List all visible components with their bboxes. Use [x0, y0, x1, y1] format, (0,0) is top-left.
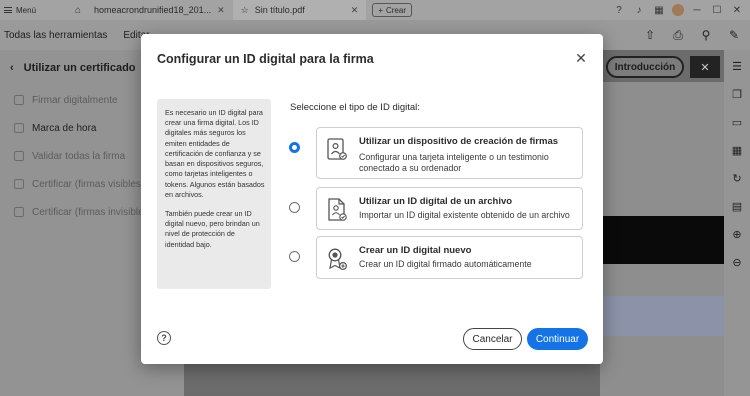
panel-item-label: Firmar digitalmente: [32, 94, 118, 106]
hamburger-icon: [4, 7, 12, 13]
help-icon[interactable]: ?: [612, 2, 626, 18]
new-tab-label: Crear: [385, 5, 406, 15]
continue-button[interactable]: Continuar: [527, 328, 588, 350]
info-panel: Es necesario un ID digital para crear un…: [157, 99, 271, 289]
refresh-icon[interactable]: ↻: [727, 166, 747, 190]
radio-device[interactable]: [289, 142, 300, 153]
document-block: [600, 216, 724, 264]
dialog-title: Configurar un ID digital para la firma: [157, 52, 374, 66]
close-icon[interactable]: ✕: [573, 50, 589, 66]
select-type-label: Seleccione el tipo de ID digital:: [290, 102, 420, 113]
panel-item-label: Certificar (firmas invisibles): [32, 206, 153, 218]
zoom-out-icon[interactable]: ⊖: [727, 250, 747, 274]
check-icon: [14, 151, 24, 161]
bell-icon[interactable]: ♪: [632, 2, 646, 18]
minimize-icon[interactable]: ─: [690, 2, 704, 18]
close-tab-icon[interactable]: ✕: [351, 5, 359, 16]
option-title: Utilizar un dispositivo de creación de f…: [359, 136, 559, 147]
maximize-icon[interactable]: ☐: [710, 2, 724, 18]
right-rail: ☰ ❐ ▭ ▦ ↻ ▤ ⊕ ⊖: [724, 50, 750, 396]
zoom-in-icon[interactable]: ⊕: [727, 222, 747, 246]
document-highlight: [600, 296, 724, 336]
option-description: Crear un ID digital firmado automáticame…: [359, 259, 532, 269]
option-description: Importar un ID digital existente obtenid…: [359, 210, 570, 220]
option-device[interactable]: Utilizar un dispositivo de creación de f…: [289, 127, 583, 179]
clock-icon: [14, 123, 24, 133]
title-bar: Menú ⌂ homeacrondrunified18_201... ✕ ☆ S…: [0, 0, 750, 20]
intro-button[interactable]: Introducción: [606, 56, 684, 78]
menu-label: Menú: [16, 5, 37, 15]
comment-icon[interactable]: ☰: [727, 54, 747, 78]
tab-sin-titulo[interactable]: ☆ Sin título.pdf ✕: [232, 0, 367, 20]
tab-label: homeacrondrunified18_201...: [94, 5, 212, 15]
close-tab-icon[interactable]: ✕: [217, 5, 225, 16]
help-icon[interactable]: ?: [157, 331, 171, 345]
panel-item-label: Certificar (firmas visibles): [32, 178, 145, 190]
avatar[interactable]: [672, 4, 684, 16]
close-panel-icon[interactable]: ✕: [690, 56, 720, 78]
digital-id-dialog: Configurar un ID digital para la firma ✕…: [141, 34, 603, 364]
new-id-icon: [328, 248, 348, 271]
info-text: También puede crear un ID digital nuevo,…: [165, 208, 260, 249]
certificate-icon: [14, 179, 24, 189]
menu-button[interactable]: Menú: [0, 6, 70, 15]
option-card-device[interactable]: Utilizar un dispositivo de creación de f…: [316, 127, 583, 179]
info-text: Es necesario un ID digital para crear un…: [165, 108, 265, 199]
link-icon[interactable]: ⚲: [696, 25, 716, 45]
file-id-icon: [328, 198, 347, 221]
home-icon[interactable]: ⌂: [70, 2, 86, 18]
option-card-file[interactable]: Utilizar un ID digital de un archivo Imp…: [316, 187, 583, 230]
copy-icon[interactable]: ❐: [727, 82, 747, 106]
new-tab-button[interactable]: + Crear: [372, 3, 412, 17]
option-description: Configurar una tarjeta inteligente o un …: [359, 152, 549, 174]
panel-item-label: Marca de hora: [32, 122, 97, 134]
tab-label: Sin título.pdf: [254, 5, 305, 15]
page-icon[interactable]: ▭: [727, 110, 747, 134]
plus-icon: +: [378, 5, 383, 15]
close-window-icon[interactable]: ✕: [730, 2, 744, 18]
sign-icon: [14, 95, 24, 105]
radio-file[interactable]: [289, 202, 300, 213]
signing-device-icon: [327, 138, 347, 160]
cancel-button[interactable]: Cancelar: [463, 328, 522, 350]
print-icon[interactable]: ⎙: [668, 25, 688, 45]
certificate-icon: [14, 207, 24, 217]
sign-icon[interactable]: ✎: [724, 25, 744, 45]
document-icon[interactable]: ▤: [727, 194, 747, 218]
option-card-new[interactable]: Crear un ID digital nuevo Crear un ID di…: [316, 236, 583, 279]
back-icon[interactable]: ‹: [10, 62, 14, 74]
tab-homeacrond[interactable]: homeacrondrunified18_201... ✕: [86, 0, 233, 20]
option-new[interactable]: Crear un ID digital nuevo Crear un ID di…: [289, 236, 583, 279]
star-icon[interactable]: ☆: [241, 5, 249, 16]
left-panel-title: Utilizar un certificado: [23, 62, 136, 74]
panel-item-label: Validar todas la firma: [32, 150, 126, 162]
option-file[interactable]: Utilizar un ID digital de un archivo Imp…: [289, 187, 583, 230]
all-tools-menu[interactable]: Todas las herramientas: [0, 30, 115, 41]
grid-icon[interactable]: ▦: [727, 138, 747, 162]
option-title: Crear un ID digital nuevo: [359, 245, 472, 256]
apps-icon[interactable]: ▦: [652, 2, 666, 18]
upload-icon[interactable]: ⇧: [640, 25, 660, 45]
option-title: Utilizar un ID digital de un archivo: [359, 196, 513, 207]
radio-new[interactable]: [289, 251, 300, 262]
